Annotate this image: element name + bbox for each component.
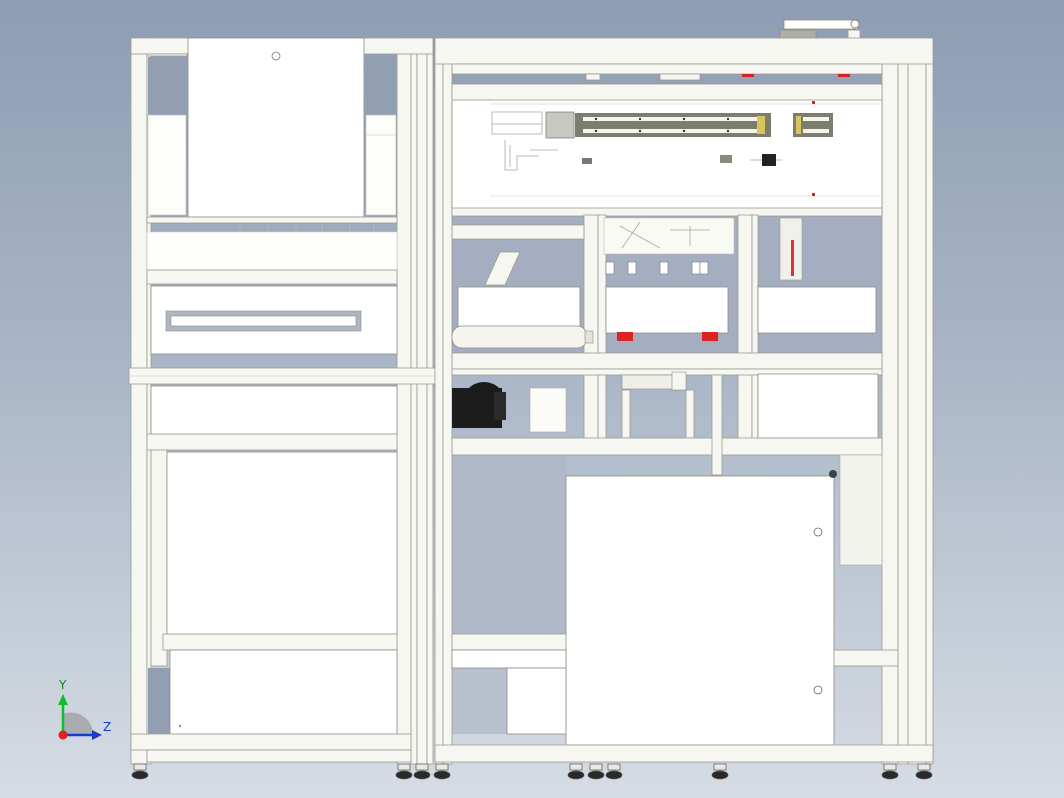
leveling-feet bbox=[131, 763, 933, 780]
box-lock-lower-icon bbox=[813, 685, 823, 695]
cad-viewport[interactable]: Y Z bbox=[0, 0, 1064, 798]
right-post-inner bbox=[442, 37, 453, 765]
triad-arc-icon bbox=[63, 712, 94, 735]
foot-3 bbox=[413, 763, 431, 780]
left-post-inner bbox=[396, 37, 412, 765]
rail-end-block bbox=[793, 113, 833, 137]
left-cabinet bbox=[128, 37, 436, 765]
electrical-box-door bbox=[565, 475, 835, 746]
cylinder-actuator bbox=[451, 325, 588, 349]
machine-assembly-drawing[interactable] bbox=[0, 0, 1064, 798]
foot-1 bbox=[131, 763, 149, 780]
foot-4 bbox=[433, 763, 451, 780]
triad-y-label: Y bbox=[59, 678, 67, 692]
top-bracket bbox=[779, 19, 861, 41]
origin-icon bbox=[58, 730, 68, 740]
lower-door-panel bbox=[166, 451, 398, 635]
door-lock-icon bbox=[271, 51, 281, 61]
foot-2 bbox=[395, 763, 413, 780]
servo-motor bbox=[452, 382, 506, 428]
foot-9 bbox=[881, 763, 899, 780]
drawer-handle bbox=[170, 315, 357, 327]
left-post-outer bbox=[130, 37, 148, 765]
foot-5 bbox=[567, 763, 585, 780]
triad-z-label: Z bbox=[103, 720, 112, 734]
foot-7 bbox=[605, 763, 623, 780]
right-post-outer bbox=[907, 37, 927, 765]
gantry-panel bbox=[451, 83, 883, 215]
box-lock-upper-icon bbox=[813, 527, 823, 537]
coordinate-triad bbox=[58, 694, 102, 740]
right-cabinet bbox=[434, 37, 934, 765]
foot-10 bbox=[915, 763, 933, 780]
upper-door-panel bbox=[187, 37, 365, 218]
linear-rail-module bbox=[545, 111, 771, 139]
foot-6 bbox=[587, 763, 605, 780]
box-hinge-icon bbox=[829, 470, 837, 478]
foot-8 bbox=[711, 763, 729, 780]
